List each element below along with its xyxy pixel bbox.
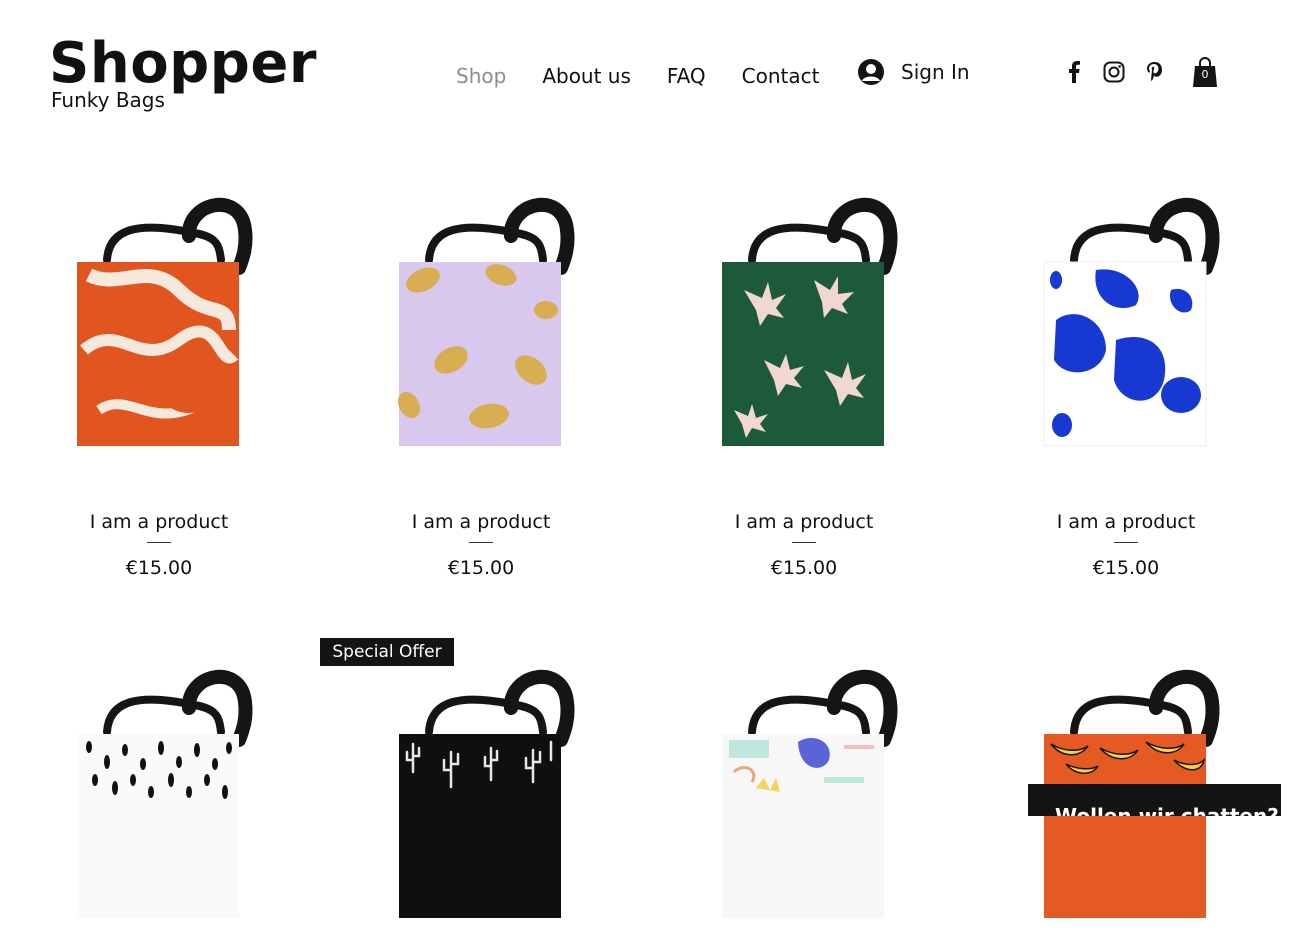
product-price: €15.00 (125, 557, 193, 579)
cart-count: 0 (1201, 68, 1209, 81)
product-image-blue-blobs-tote (1043, 197, 1220, 447)
facebook-icon[interactable] (1062, 60, 1086, 84)
special-offer-ribbon: Special Offer (320, 638, 454, 666)
chat-label: Wollen wir chatten? (1055, 804, 1279, 816)
product-image-black-dots-tote (77, 669, 253, 918)
brand-title: Shopper (49, 31, 317, 96)
product-name[interactable]: I am a product (351, 510, 611, 534)
main-nav: Shop About us FAQ Contact (456, 62, 819, 90)
user-avatar-icon (858, 59, 884, 85)
nav-item-faq[interactable]: FAQ (667, 62, 706, 90)
product-image-lemons-tote (397, 197, 575, 446)
sign-in-button[interactable]: Sign In (857, 58, 970, 86)
product-image-orange-tote (77, 197, 253, 446)
product-price: €15.00 (770, 557, 838, 579)
price-divider (147, 542, 171, 543)
nav-item-contact[interactable]: Contact (742, 62, 820, 90)
product-image-pastel-brush-tote (722, 669, 898, 918)
product-name[interactable]: I am a product (29, 510, 289, 534)
nav-item-shop[interactable]: Shop (456, 62, 506, 90)
cart-button[interactable]: 0 (1192, 56, 1218, 88)
product-image-cactus-tote (399, 669, 575, 918)
product-price: €15.00 (447, 557, 515, 579)
nav-item-about-us[interactable]: About us (542, 62, 631, 90)
site-logo[interactable]: Shopper Funky Bags (49, 31, 317, 113)
chat-widget-button[interactable]: Wollen wir chatten? (1028, 784, 1281, 816)
product-image-green-hands-tote (722, 197, 898, 446)
product-name[interactable]: I am a product (996, 510, 1256, 534)
price-divider (792, 542, 816, 543)
price-divider (1114, 542, 1138, 543)
product-name[interactable]: I am a product (674, 510, 934, 534)
instagram-icon[interactable] (1102, 60, 1126, 84)
sign-in-label: Sign In (901, 60, 970, 84)
price-divider (469, 542, 493, 543)
product-price: €15.00 (1092, 557, 1160, 579)
pinterest-icon[interactable] (1142, 60, 1166, 84)
social-bar (1062, 60, 1166, 84)
